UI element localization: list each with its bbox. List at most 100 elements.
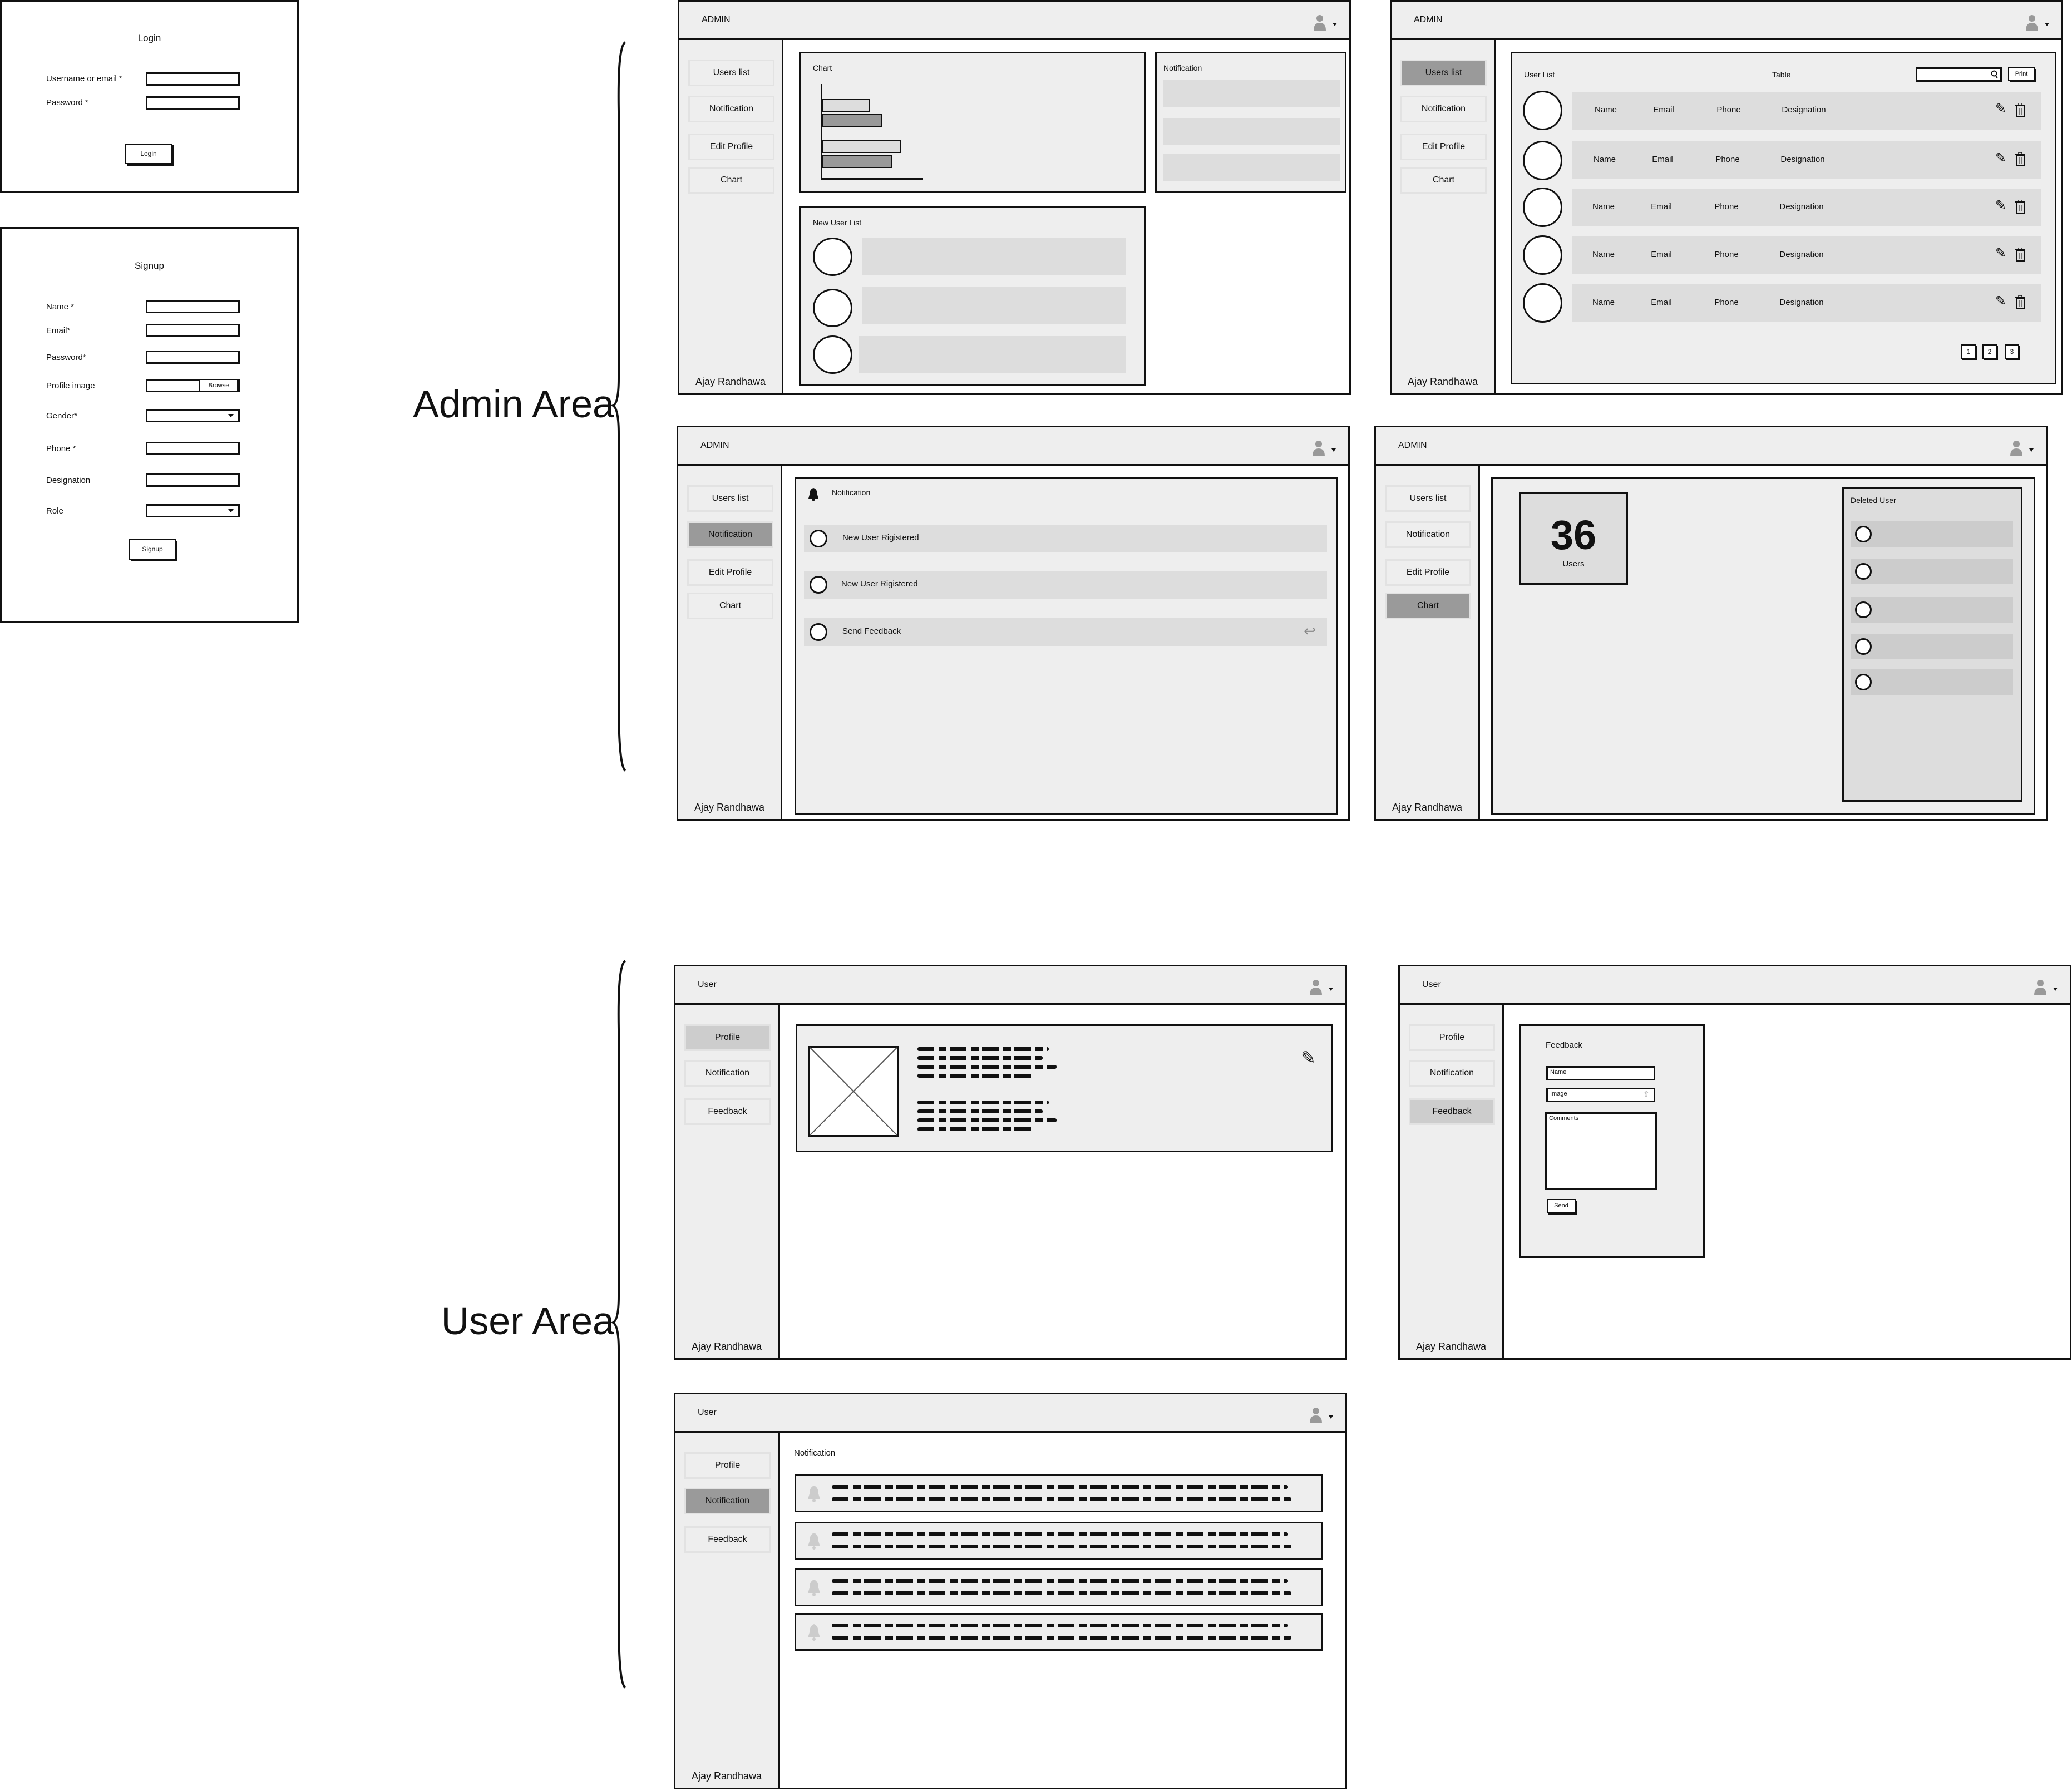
deleted-user-row[interactable] — [1851, 634, 2013, 659]
nav-feedback[interactable]: Feedback — [684, 1098, 771, 1125]
nav-chart[interactable]: Chart — [1400, 167, 1487, 194]
nav-feedback[interactable]: Feedback — [1409, 1098, 1495, 1125]
table-row[interactable]: Name Email Phone Designation ✎ — [1572, 92, 2041, 130]
unread-indicator[interactable] — [810, 530, 827, 547]
notification-placeholder[interactable] — [1163, 154, 1340, 181]
notification-placeholder[interactable] — [1163, 118, 1340, 145]
user-avatar-icon[interactable] — [2033, 979, 2048, 995]
nav-users-list[interactable]: Users list — [688, 60, 774, 86]
unread-indicator[interactable] — [810, 576, 827, 594]
nav-edit-profile[interactable]: Edit Profile — [688, 134, 774, 160]
user-row-placeholder[interactable] — [862, 287, 1126, 324]
page-1-button[interactable]: 1 — [1961, 344, 1976, 359]
comments-textarea[interactable]: Comments — [1545, 1112, 1657, 1190]
reply-icon[interactable]: ↩ — [1304, 623, 1316, 640]
nav-profile[interactable]: Profile — [684, 1452, 771, 1479]
user-avatar-icon[interactable] — [2009, 440, 2024, 456]
table-row[interactable]: Name Email Phone Designation ✎ — [1572, 284, 2041, 322]
chevron-down-icon[interactable] — [2045, 23, 2049, 26]
nav-notification[interactable]: Notification — [688, 96, 774, 122]
header-bar: ADMIN — [1376, 427, 2046, 466]
nav-edit-profile[interactable]: Edit Profile — [1385, 559, 1471, 586]
nav-notification[interactable]: Notification — [684, 1488, 771, 1514]
upload-icon[interactable]: ⇪ — [1643, 1089, 1650, 1099]
send-button[interactable]: Send — [1547, 1199, 1576, 1213]
sidebar-user-name: Ajay Randhawa — [695, 376, 766, 387]
edit-icon[interactable]: ✎ — [1995, 101, 2006, 117]
deleted-user-row[interactable] — [1851, 559, 2013, 584]
name-input[interactable]: Name — [1546, 1066, 1655, 1080]
nav-notification[interactable]: Notification — [687, 521, 773, 548]
delete-icon[interactable] — [2015, 152, 2025, 167]
user-avatar — [813, 289, 852, 327]
nav-chart[interactable]: Chart — [687, 593, 773, 619]
deleted-user-row[interactable] — [1851, 597, 2013, 623]
edit-icon[interactable]: ✎ — [1995, 150, 2006, 166]
nav-users-list[interactable]: Users list — [1385, 485, 1471, 512]
cell-name: Name — [1592, 202, 1615, 211]
nav-edit-profile[interactable]: Edit Profile — [1400, 134, 1487, 160]
notification-card[interactable] — [795, 1522, 1323, 1560]
chevron-down-icon[interactable] — [2029, 448, 2034, 452]
chevron-down-icon[interactable] — [1329, 1415, 1333, 1419]
nav-edit-profile[interactable]: Edit Profile — [687, 559, 773, 586]
notification-item[interactable]: New User Rigistered — [804, 571, 1327, 599]
image-input[interactable]: Image — [1546, 1088, 1655, 1102]
nav-users-list[interactable]: Users list — [687, 485, 773, 512]
nav-chart[interactable]: Chart — [688, 167, 774, 194]
page-3-button[interactable]: 3 — [2005, 344, 2019, 359]
nav-notification[interactable]: Notification — [1400, 96, 1487, 122]
profile-text-line — [917, 1074, 1033, 1078]
notification-placeholder[interactable] — [1163, 80, 1340, 107]
deleted-user-row[interactable] — [1851, 669, 2013, 695]
chart-title: Chart — [813, 63, 832, 72]
page-2-button[interactable]: 2 — [1982, 344, 1997, 359]
notification-item[interactable]: New User Rigistered — [804, 525, 1327, 552]
user-avatar-icon[interactable] — [1313, 14, 1327, 31]
chevron-down-icon[interactable] — [1331, 448, 1336, 452]
user-row-placeholder[interactable] — [859, 336, 1126, 373]
deleted-user-row[interactable] — [1851, 521, 2013, 547]
chevron-down-icon[interactable] — [2053, 988, 2058, 991]
user-avatar-icon[interactable] — [1309, 1407, 1323, 1423]
notification-item[interactable]: Send Feedback ↩ — [804, 618, 1327, 646]
notification-title: Notification — [794, 1448, 836, 1458]
notification-card[interactable] — [795, 1568, 1323, 1606]
nav-feedback[interactable]: Feedback — [684, 1526, 771, 1553]
edit-icon[interactable]: ✎ — [1995, 245, 2006, 262]
search-icon[interactable] — [1991, 70, 1999, 79]
search-input[interactable] — [1916, 67, 2002, 82]
delete-icon[interactable] — [2015, 200, 2025, 214]
user-avatar-icon[interactable] — [2025, 14, 2039, 31]
chevron-down-icon[interactable] — [1329, 988, 1333, 991]
user-avatar-icon[interactable] — [1309, 979, 1323, 995]
nav-notification[interactable]: Notification — [1385, 521, 1471, 548]
delete-icon[interactable] — [2015, 103, 2025, 117]
unread-indicator[interactable] — [810, 623, 827, 641]
edit-icon[interactable]: ✎ — [1301, 1047, 1316, 1068]
notification-text-line — [832, 1624, 1288, 1627]
chevron-down-icon[interactable] — [1333, 23, 1337, 26]
delete-icon[interactable] — [2015, 248, 2025, 262]
header-bar: User — [1400, 966, 2070, 1005]
nav-notification[interactable]: Notification — [684, 1060, 771, 1087]
table-row[interactable]: Name Email Phone Designation ✎ — [1572, 236, 2041, 274]
notification-card[interactable] — [795, 1474, 1323, 1512]
notification-card[interactable] — [795, 1613, 1323, 1651]
nav-profile[interactable]: Profile — [1409, 1024, 1495, 1051]
table-row[interactable]: Name Email Phone Designation ✎ — [1572, 189, 2041, 226]
edit-icon[interactable]: ✎ — [1995, 293, 2006, 309]
print-button[interactable]: Print — [2008, 67, 2035, 81]
profile-image-placeholder — [808, 1046, 899, 1137]
delete-icon[interactable] — [2015, 295, 2025, 310]
nav-chart[interactable]: Chart — [1385, 593, 1471, 619]
nav-users-list[interactable]: Users list — [1400, 60, 1487, 86]
header-bar: User — [675, 1394, 1345, 1433]
edit-icon[interactable]: ✎ — [1995, 198, 2006, 214]
user-row-placeholder[interactable] — [862, 238, 1126, 275]
sidebar: Profile Notification Feedback Ajay Randh… — [675, 1433, 780, 1788]
user-avatar-icon[interactable] — [1311, 440, 1326, 456]
table-row[interactable]: Name Email Phone Designation ✎ — [1572, 141, 2041, 179]
nav-notification[interactable]: Notification — [1409, 1060, 1495, 1087]
nav-profile[interactable]: Profile — [684, 1024, 771, 1051]
